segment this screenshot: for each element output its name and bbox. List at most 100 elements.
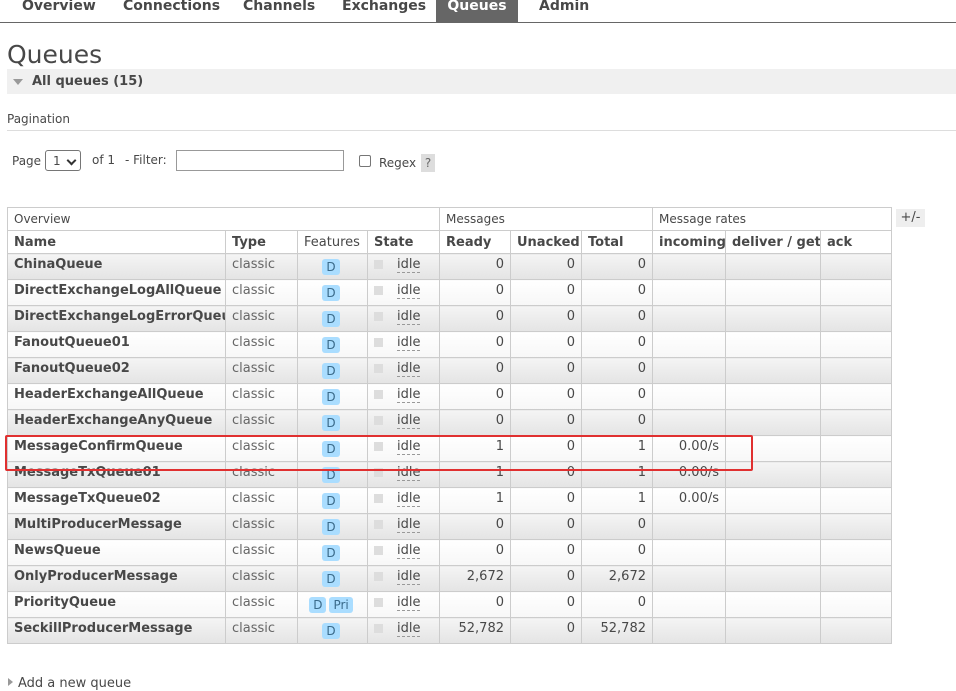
col-total[interactable]: Total (581, 230, 653, 254)
col-state[interactable]: State (367, 230, 440, 254)
state-label: idle (397, 517, 421, 533)
queue-type: classic (225, 357, 298, 384)
queue-name[interactable]: SeckillProducerMessage (14, 621, 192, 636)
queue-type: classic (225, 539, 298, 566)
table-row: PriorityQueue classic D Pri idle 0 0 0 (7, 591, 893, 618)
expand-arrow-icon (8, 678, 13, 686)
tab-connections[interactable]: Connections (123, 0, 220, 22)
queue-name[interactable]: PriorityQueue (14, 595, 116, 610)
ack-rate (819, 565, 893, 592)
queue-name-link[interactable]: OnlyProducerMessage (7, 565, 226, 592)
queue-name[interactable]: DirectExchangeLogErrorQueue (14, 309, 225, 324)
queue-name-link[interactable]: MultiProducerMessage (7, 513, 226, 540)
queue-name[interactable]: ChinaQueue (14, 257, 102, 272)
col-ack[interactable]: ack (819, 230, 893, 254)
all-queues-toggle[interactable]: All queues (15) (7, 69, 956, 94)
queue-name[interactable]: FanoutQueue02 (14, 361, 130, 376)
ready-count: 0 (439, 409, 511, 436)
tab-admin[interactable]: Admin (539, 0, 589, 22)
queue-name[interactable]: OnlyProducerMessage (14, 569, 178, 584)
feature-badge: D (322, 519, 340, 535)
state-indicator-icon (374, 468, 383, 477)
page-select[interactable]: 1 (45, 150, 81, 171)
queue-name-link[interactable]: PriorityQueue (7, 591, 226, 618)
col-deliver-get[interactable]: deliver / get (725, 230, 821, 254)
add-queue-toggle[interactable]: Add a new queue (8, 676, 131, 691)
incoming-rate (652, 539, 726, 566)
queue-name[interactable]: MultiProducerMessage (14, 517, 182, 532)
queue-name[interactable]: DirectExchangeLogAllQueue (14, 283, 221, 298)
col-type[interactable]: Type (225, 230, 298, 254)
table-row: OnlyProducerMessage classic Didle 2,672 0 2,6… (7, 565, 893, 592)
queue-name[interactable]: MessageConfirmQueue (14, 439, 183, 454)
col-unacked[interactable]: Unacked (510, 230, 582, 254)
tab-channels[interactable]: Channels (243, 0, 315, 22)
unacked-count: 0 (510, 565, 582, 592)
filter-input[interactable] (176, 150, 344, 171)
queue-name-link[interactable]: HeaderExchangeAllQueue (7, 383, 226, 410)
ack-rate (819, 539, 893, 566)
pagination-label: Pagination (7, 112, 70, 126)
table-row: MessageConfirmQueue classic Didle 1 0 1 0.00/s (7, 435, 893, 462)
state-indicator-icon (374, 260, 383, 269)
total-count: 2,672 (581, 565, 653, 592)
queue-name[interactable]: NewsQueue (14, 543, 101, 558)
state-indicator-icon (374, 416, 383, 425)
col-ready[interactable]: Ready (439, 230, 511, 254)
tab-exchanges[interactable]: Exchanges (342, 0, 426, 22)
state-indicator-icon (374, 546, 383, 555)
queue-name[interactable]: FanoutQueue01 (14, 335, 130, 350)
queue-name-link[interactable]: HeaderExchangeAnyQueue (7, 409, 226, 436)
state-label: idle (397, 465, 421, 481)
feature-badge: D (322, 363, 340, 379)
queue-features: D Pri (297, 591, 368, 618)
toggle-columns-button[interactable]: +/- (896, 209, 925, 227)
queue-name-link[interactable]: MessageTxQueue01 (7, 461, 226, 488)
queue-name-link[interactable]: FanoutQueue02 (7, 357, 226, 384)
queue-name[interactable]: HeaderExchangeAnyQueue (14, 413, 212, 428)
tab-queues[interactable]: Queues (436, 0, 518, 22)
col-features[interactable]: Features (297, 230, 368, 254)
ack-rate (819, 383, 893, 410)
feature-badge: D (322, 545, 340, 561)
state-label: idle (397, 595, 421, 611)
filter-label: - Filter: (125, 153, 167, 167)
collapse-arrow-icon (13, 79, 23, 85)
ack-rate (819, 487, 893, 514)
col-incoming[interactable]: incoming (652, 230, 726, 254)
queue-name-link[interactable]: DirectExchangeLogErrorQueue (7, 305, 226, 332)
feature-badge: D (322, 259, 340, 275)
group-header-overview: Overview (7, 207, 440, 231)
queue-type: classic (225, 279, 298, 306)
deliver-get-rate (725, 617, 821, 644)
queue-name[interactable]: HeaderExchangeAllQueue (14, 387, 204, 402)
queue-name-link[interactable]: MessageConfirmQueue (7, 435, 226, 462)
queue-name[interactable]: MessageTxQueue02 (14, 491, 161, 506)
tab-overview[interactable]: Overview (22, 0, 96, 22)
col-name[interactable]: Name (7, 230, 226, 254)
queue-name-link[interactable]: DirectExchangeLogAllQueue (7, 279, 226, 306)
queue-name-link[interactable]: NewsQueue (7, 539, 226, 566)
state-label: idle (397, 621, 421, 637)
queue-name-link[interactable]: MessageTxQueue02 (7, 487, 226, 514)
queue-state: idle (367, 513, 440, 540)
unacked-count: 0 (510, 513, 582, 540)
ready-count: 1 (439, 487, 511, 514)
total-count: 0 (581, 409, 653, 436)
feature-badge: D (322, 493, 340, 509)
queue-name[interactable]: MessageTxQueue01 (14, 465, 161, 480)
queue-name-link[interactable]: FanoutQueue01 (7, 331, 226, 358)
regex-checkbox[interactable] (359, 155, 371, 167)
queue-type: classic (225, 253, 298, 280)
queue-features: D (297, 617, 368, 644)
state-label: idle (397, 283, 421, 299)
state-label: idle (397, 257, 421, 273)
queue-features: D (297, 435, 368, 462)
section-label: All queues (15) (32, 74, 144, 89)
queue-state: idle (367, 253, 440, 280)
regex-help-button[interactable]: ? (421, 154, 435, 172)
feature-badge: D (309, 597, 327, 613)
queue-name-link[interactable]: SeckillProducerMessage (7, 617, 226, 644)
state-indicator-icon (374, 520, 383, 529)
queue-name-link[interactable]: ChinaQueue (7, 253, 226, 280)
